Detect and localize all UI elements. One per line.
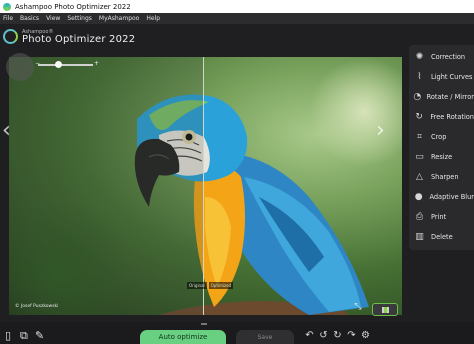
panel-handle[interactable] [201, 323, 207, 325]
tool-rotate-mirror[interactable]: ◔ Rotate / Mirror [409, 87, 474, 107]
image-viewport[interactable]: Original Optimized © Josef Puszkowski [9, 57, 402, 315]
bottom-right-tools: ↶ ↺ ↻ ↷ ⚙ [304, 330, 371, 342]
sharpen-icon: △ [416, 172, 423, 182]
batch-files-icon[interactable]: ⧉ [20, 329, 30, 342]
menu-bar: File Basics View Settings MyAshampoo Hel… [0, 13, 474, 24]
zoom-slider-handle[interactable] [55, 61, 62, 68]
photo-credit: © Josef Puszkowski [15, 304, 59, 309]
redo-all-icon[interactable]: ↻ [332, 330, 343, 342]
tool-label: Resize [431, 153, 453, 161]
undo-all-icon[interactable]: ↺ [318, 330, 329, 342]
logo-icon [3, 28, 18, 44]
menu-view[interactable]: View [46, 15, 60, 22]
tool-panel: ✺ Correction ⌇ Light Curves ◔ Rotate / M… [409, 45, 474, 250]
zoom-slider[interactable] [38, 64, 93, 66]
menu-help[interactable]: Help [146, 15, 160, 22]
delete-icon: ▥ [415, 232, 424, 242]
app-icon [3, 2, 11, 11]
fit-to-window-icon[interactable]: ⤡ [350, 302, 366, 316]
tool-label: Free Rotation [430, 113, 474, 121]
tool-delete[interactable]: ▥ Delete [409, 227, 474, 247]
label-original: Original [187, 282, 207, 289]
free-rotation-icon: ↻ [415, 112, 423, 122]
correction-icon: ✺ [415, 52, 424, 62]
resize-icon: ▭ [415, 152, 424, 162]
print-icon: ⎙ [415, 212, 424, 222]
rotate-mirror-icon: ◔ [413, 92, 422, 102]
tool-correction[interactable]: ✺ Correction [409, 47, 474, 67]
tool-label: Sharpen [431, 173, 459, 181]
tool-adaptive-blur[interactable]: ● Adaptive Blur [409, 187, 474, 207]
brand-name: Photo Optimizer 2022 [22, 34, 136, 45]
brand-header: Ashampoo® Photo Optimizer 2022 [3, 25, 135, 47]
next-image-arrow-icon[interactable]: › [376, 118, 385, 143]
tool-crop[interactable]: ⌗ Crop [409, 127, 474, 147]
label-optimized: Optimized [208, 282, 234, 289]
zoom-in-icon[interactable]: + [94, 60, 99, 67]
redo-icon[interactable]: ↷ [346, 330, 357, 342]
menu-settings[interactable]: Settings [67, 15, 92, 22]
tool-label: Crop [431, 133, 447, 141]
auto-optimize-button[interactable]: Auto optimize [140, 330, 226, 344]
previous-image-arrow-icon[interactable]: ‹ [2, 118, 11, 143]
tool-free-rotation[interactable]: ↻ Free Rotation [409, 107, 474, 127]
tool-label: Adaptive Blur [429, 193, 474, 201]
tool-light-curves[interactable]: ⌇ Light Curves [409, 67, 474, 87]
bottom-left-tools: ▯ ⧉ ✎ [5, 329, 45, 342]
tool-label: Rotate / Mirror [426, 93, 474, 101]
settings-gear-icon[interactable]: ⚙ [360, 330, 371, 342]
tool-print[interactable]: ⎙ Print [409, 207, 474, 227]
brush-icon[interactable]: ✎ [35, 329, 45, 342]
split-labels: Original Optimized [187, 282, 234, 289]
crop-icon: ⌗ [416, 132, 423, 142]
tool-label: Delete [431, 233, 453, 241]
before-half-overlay [9, 57, 203, 315]
window-title: Ashampoo Photo Optimizer 2022 [15, 2, 131, 11]
menu-file[interactable]: File [3, 15, 13, 22]
tool-resize[interactable]: ▭ Resize [409, 147, 474, 167]
compare-split-line[interactable] [203, 57, 204, 315]
zoom-magnifier-icon[interactable] [6, 53, 34, 81]
adaptive-blur-icon: ● [414, 192, 423, 202]
tool-label: Correction [431, 53, 466, 61]
undo-icon[interactable]: ↶ [304, 330, 315, 342]
tool-label: Print [431, 213, 447, 221]
save-button[interactable]: Save [236, 330, 294, 344]
light-curves-icon: ⌇ [417, 72, 422, 82]
open-file-icon[interactable]: ▯ [5, 329, 15, 342]
title-bar: Ashampoo Photo Optimizer 2022 [0, 0, 474, 13]
menu-myashampoo[interactable]: MyAshampoo [99, 15, 139, 22]
tool-label: Light Curves [431, 73, 473, 81]
compare-view-button[interactable] [372, 303, 398, 316]
tool-sharpen[interactable]: △ Sharpen [409, 167, 474, 187]
menu-basics[interactable]: Basics [20, 15, 39, 22]
split-view-icon [382, 307, 389, 313]
